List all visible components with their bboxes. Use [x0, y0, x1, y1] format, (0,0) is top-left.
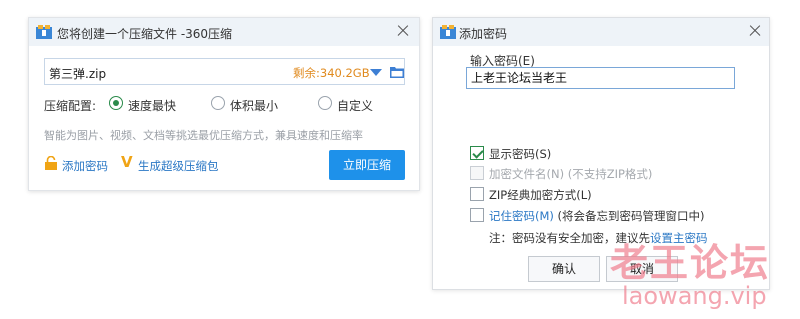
compress-dialog: 您将创建一个压缩文件 -360压缩 第三弹.zip 剩余:340.2GB 压缩配…: [28, 17, 420, 191]
remember-password-label[interactable]: 记住密码(M) (将会备忘到密码管理窗口中): [489, 208, 705, 224]
remember-password-checkbox[interactable]: [470, 208, 484, 222]
file-name-field[interactable]: 第三弹.zip 剩余:340.2GB: [44, 58, 405, 85]
smart-hint-text: 智能为图片、视频、文档等挑选最优压缩方式，兼具速度和压缩率: [44, 129, 363, 142]
compress-dialog-titlebar: 您将创建一个压缩文件 -360压缩: [29, 18, 419, 46]
close-icon[interactable]: [395, 23, 411, 39]
radio-smallest-label[interactable]: 体积最小: [230, 97, 278, 114]
radio-fastest[interactable]: [109, 96, 123, 110]
compress-config-label: 压缩配置:: [44, 99, 97, 113]
confirm-button[interactable]: 确认: [528, 256, 600, 282]
zip-classic-label[interactable]: ZIP经典加密方式(L): [489, 187, 592, 203]
remaining-space: 剩余:340.2GB: [293, 66, 370, 80]
watermark-url: laowang.vip: [622, 282, 767, 310]
lock-icon[interactable]: [44, 156, 58, 170]
chevron-down-icon[interactable]: [370, 69, 382, 76]
archive-app-icon: [440, 25, 456, 39]
password-dialog-title: 添加密码: [459, 27, 508, 41]
password-dialog-titlebar: 添加密码: [433, 18, 769, 46]
folder-icon[interactable]: [390, 65, 404, 78]
compress-now-button[interactable]: 立即压缩: [329, 150, 405, 180]
vip-icon[interactable]: V: [121, 155, 135, 170]
radio-custom-label[interactable]: 自定义: [337, 97, 373, 114]
archive-app-icon: [36, 25, 52, 39]
super-zip-link[interactable]: 生成超级压缩包: [138, 158, 219, 174]
radio-fastest-label[interactable]: 速度最快: [128, 97, 176, 114]
radio-smallest[interactable]: [211, 96, 225, 110]
file-name-value[interactable]: 第三弹.zip: [49, 65, 106, 82]
remember-password-suffix: (将会备忘到密码管理窗口中): [553, 209, 705, 223]
radio-custom[interactable]: [318, 96, 332, 110]
show-password-checkbox[interactable]: [470, 146, 484, 160]
show-password-label[interactable]: 显示密码(S): [489, 146, 551, 162]
close-icon[interactable]: [747, 23, 763, 39]
encrypt-filename-label: 加密文件名(N) (不支持ZIP格式): [489, 167, 653, 181]
add-password-link[interactable]: 添加密码: [62, 158, 108, 174]
watermark-text: 老王论坛: [610, 241, 771, 285]
password-input[interactable]: 上老王论坛当老王: [466, 67, 735, 89]
remember-password-link[interactable]: 记住密码(M): [489, 209, 554, 223]
zip-classic-checkbox[interactable]: [470, 187, 484, 201]
compress-dialog-title: 您将创建一个压缩文件 -360压缩: [57, 27, 233, 41]
encrypt-filename-checkbox: [470, 166, 484, 180]
